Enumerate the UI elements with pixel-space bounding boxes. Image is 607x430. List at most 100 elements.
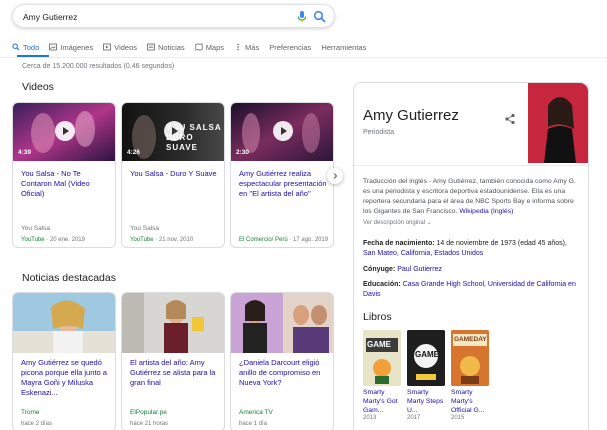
book-item[interactable]: GAMEDAY Smarty Marty's Official G... 201…	[451, 330, 489, 421]
video-meta: YouTube · 21 nov. 2010	[130, 237, 193, 243]
search-tabs: Todo Imágenes Videos Noticias Maps Más P…	[12, 40, 366, 54]
video-date: · 20 ene. 2019	[46, 237, 85, 243]
news-card[interactable]: Amy Gutiérrez se quedó picona porque ell…	[12, 292, 116, 430]
books-section-title: Libros	[363, 311, 392, 323]
news-title[interactable]: Amy Gutiérrez se quedó picona porque ell…	[21, 358, 113, 398]
fact-label: Fecha de nacimiento:	[363, 240, 435, 247]
tab-label: Maps	[205, 42, 225, 52]
panel-description: Traducción del inglés - Amy Gutiérrez, t…	[363, 177, 581, 217]
video-channel: You Salsa	[21, 225, 51, 232]
news-card[interactable]: ¿Daniela Darcourt eligió anillo de compr…	[230, 292, 334, 430]
video-card[interactable]: 4:39 You Salsa - No Te Contaron Mal (Vid…	[12, 102, 116, 248]
tab-label: Imágenes	[60, 42, 94, 52]
fact-label: Cónyuge:	[363, 266, 396, 273]
results-count: Cerca de 15.200.000 resultados (0,46 seg…	[22, 63, 175, 70]
panel-photo[interactable]	[528, 83, 588, 163]
book-title: Smarty Marty's Got Gam...	[363, 389, 398, 414]
video-title[interactable]: Amy Gutiérrez realiza espectacular prese…	[239, 169, 329, 199]
header-divider	[0, 57, 607, 58]
news-time: hace 21 horas	[130, 421, 169, 427]
tab-preferencias[interactable]: Preferencias	[269, 40, 311, 54]
video-duration: 4:26	[127, 149, 141, 156]
chevron-down-icon: ⌄	[426, 220, 432, 226]
play-icon[interactable]	[164, 121, 184, 141]
book-year: 2017	[407, 415, 421, 421]
news-source: America TV	[239, 409, 273, 416]
tab-label: Todo	[23, 42, 40, 52]
video-source: El Comercio/ Perú	[239, 237, 288, 243]
news-time: hace 2 días	[21, 421, 53, 427]
image-icon	[49, 43, 58, 51]
book-title: Smarty Marty Steps U...	[407, 389, 444, 414]
microphone-icon[interactable]	[296, 10, 308, 24]
news-card[interactable]: El artista del año: Amy Gutiérrez se ali…	[121, 292, 225, 430]
video-duration: 4:39	[18, 149, 32, 156]
share-icon[interactable]	[504, 113, 516, 125]
search-box[interactable]: Amy Gutierrez	[12, 4, 335, 28]
tab-videos[interactable]: Videos	[103, 40, 137, 54]
next-videos-button[interactable]	[327, 168, 343, 184]
spouse-link[interactable]: Paul Gutierrez	[397, 266, 442, 273]
news-title[interactable]: El artista del año: Amy Gutiérrez se ali…	[130, 358, 222, 388]
play-icon[interactable]	[55, 121, 75, 141]
news-time: hace 1 día	[239, 421, 268, 427]
tab-todo[interactable]: Todo	[12, 40, 39, 54]
tab-herramientas[interactable]: Herramientas	[321, 40, 366, 54]
video-card[interactable]: YOU SALSA DURO SUAVE 4:26 You Salsa - Du…	[121, 102, 225, 248]
book-title: Smarty Marty's Official G...	[451, 389, 485, 414]
book-cover-art	[363, 330, 401, 386]
tab-label: Videos	[114, 42, 137, 52]
video-icon	[103, 43, 112, 51]
tab-label: Más	[245, 42, 260, 52]
book-item[interactable]: GAME Smarty Marty Steps U... 2017	[407, 330, 445, 421]
book-year: 2015	[451, 415, 465, 421]
video-date: · 17 ago. 2019	[289, 237, 329, 243]
video-meta: El Comercio/ Perú · 17 ago. 2019	[239, 237, 328, 243]
video-title[interactable]: You Salsa - Duro Y Suave	[130, 169, 220, 179]
play-icon[interactable]	[273, 121, 293, 141]
fact-value: 14 de noviembre de 1973 (edad 45 años),	[436, 240, 567, 247]
news-title[interactable]: ¿Daniela Darcourt eligió anillo de compr…	[239, 358, 331, 388]
video-source: YouTube	[21, 237, 45, 243]
video-date: · 21 nov. 2010	[155, 237, 194, 243]
news-thumbnail	[13, 293, 115, 353]
tab-maps[interactable]: Maps	[195, 40, 224, 54]
news-icon	[147, 43, 155, 51]
panel-divider	[354, 165, 588, 166]
view-original-label: Ver descripción original	[363, 220, 426, 226]
knowledge-panel: Amy Gutierrez Periodista Traducción del …	[353, 82, 589, 430]
search-input[interactable]: Amy Gutierrez	[23, 12, 77, 22]
fact-education: Educación: Casa Grande High School, Univ…	[363, 280, 581, 300]
tab-label: Preferencias	[269, 42, 312, 52]
book-cover: GAMEDAY	[451, 330, 489, 386]
video-card[interactable]: 2:30 Amy Gutiérrez realiza espectacular …	[230, 102, 334, 248]
fact-birth: Fecha de nacimiento: 14 de noviembre de …	[363, 239, 581, 259]
video-title[interactable]: You Salsa - No Te Contaron Mal (Video Of…	[21, 169, 111, 199]
video-duration: 2:30	[236, 149, 250, 156]
wikipedia-link[interactable]: Wikipedia (Inglés)	[459, 208, 513, 215]
fact-label: Educación:	[363, 281, 401, 288]
view-original-link[interactable]: Ver descripción original ⌄	[363, 219, 432, 226]
book-year: 2013	[363, 415, 377, 421]
map-icon	[195, 43, 203, 51]
panel-subtitle: Periodista	[363, 129, 395, 136]
video-source: YouTube	[130, 237, 154, 243]
news-source: ElPopular.pe	[130, 409, 167, 416]
book-item[interactable]: GAME Smarty Marty's Got Gam... 2013	[363, 330, 401, 421]
news-section-title: Noticias destacadas	[22, 272, 116, 284]
video-channel: You Salsa	[130, 225, 160, 232]
news-source: Trome	[21, 409, 40, 416]
tab-noticias[interactable]: Noticias	[147, 40, 185, 54]
tab-mas[interactable]: Más	[234, 40, 259, 54]
videos-section-title: Videos	[22, 81, 54, 93]
tab-imagenes[interactable]: Imágenes	[49, 40, 93, 54]
search-icon[interactable]	[313, 10, 327, 24]
book-cover: GAME	[407, 330, 445, 386]
panel-title: Amy Gutierrez	[363, 107, 459, 124]
birth-place-link[interactable]: San Mateo, California, Estados Unidos	[363, 250, 483, 257]
book-cover: GAME	[363, 330, 401, 386]
search-icon	[12, 43, 20, 51]
news-thumbnail	[122, 293, 224, 353]
book-cover-text: GAME	[367, 340, 391, 349]
news-thumbnail	[231, 293, 333, 353]
